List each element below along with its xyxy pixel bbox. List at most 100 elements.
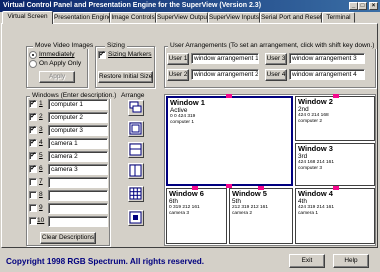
window-10-checkbox[interactable] bbox=[29, 217, 37, 225]
window-1-top-marker[interactable] bbox=[226, 94, 232, 98]
sizing-markers-checkbox[interactable]: ✓ bbox=[98, 51, 106, 59]
help-button[interactable]: Help bbox=[333, 254, 369, 268]
title-bar: Virtual Control Panel and Presentation E… bbox=[0, 0, 380, 12]
user-3-name-field[interactable]: window arrangement 3 bbox=[289, 53, 365, 64]
screen-window-6-state: 6th bbox=[169, 198, 178, 205]
window-10-description[interactable] bbox=[48, 216, 108, 227]
tab-image-controls[interactable]: Image Controls bbox=[110, 12, 156, 23]
screen-window-6[interactable]: Window 6 6th 0 319 212 161 camera 3 bbox=[166, 188, 227, 244]
window-6-marker[interactable] bbox=[192, 186, 198, 190]
copyright-text: Copyright 1998 RGB Spectrum. All rights … bbox=[6, 257, 205, 266]
user-2-name-field[interactable]: window arrangement 2 bbox=[191, 69, 259, 80]
tab-presentation-engine[interactable]: Presentation Engine bbox=[53, 12, 110, 23]
user-1-name-field[interactable]: window arrangement 1 bbox=[191, 53, 259, 64]
clear-descriptions-button[interactable]: Clear Descriptions bbox=[40, 232, 96, 244]
window-5-number: 5 bbox=[39, 152, 43, 159]
window-4-number: 4 bbox=[39, 139, 43, 146]
screen-window-3-source: computer 3 bbox=[298, 166, 322, 171]
exit-button[interactable]: Exit bbox=[289, 254, 325, 268]
screen-window-3-state: 3rd bbox=[298, 153, 308, 160]
tab-serial-port[interactable]: Serial Port and Resets bbox=[260, 12, 322, 23]
window-7-description[interactable] bbox=[48, 177, 108, 188]
screen-window-5-source: camera 2 bbox=[232, 211, 252, 216]
window-2-checkbox[interactable]: ✓ bbox=[29, 113, 37, 121]
arrange-split-icon[interactable] bbox=[128, 163, 144, 179]
window-title: Virtual Control Panel and Presentation E… bbox=[3, 2, 262, 9]
arrange-center-icon[interactable] bbox=[128, 210, 144, 226]
screen-window-1-state: Active bbox=[170, 107, 188, 114]
apply-button[interactable]: Apply bbox=[39, 71, 75, 83]
screen-window-4-state: 4th bbox=[298, 198, 307, 205]
tab-terminal[interactable]: Terminal bbox=[322, 12, 355, 23]
arrange-stack-icon[interactable] bbox=[128, 142, 144, 158]
user-4-name-field[interactable]: window arrangement 4 bbox=[289, 69, 365, 80]
window-3-description[interactable]: computer 3 bbox=[48, 125, 108, 136]
window-5-marker[interactable] bbox=[258, 186, 264, 190]
screen-window-2-state: 2nd bbox=[298, 106, 309, 113]
window-2-number: 2 bbox=[39, 113, 43, 120]
window-4-checkbox[interactable]: ✓ bbox=[29, 139, 37, 147]
window-1-number: 1 bbox=[39, 100, 43, 107]
radio-on-apply-label: On Apply Only bbox=[39, 60, 82, 67]
user-3-button[interactable]: User 3 bbox=[265, 53, 287, 65]
window-3-checkbox[interactable]: ✓ bbox=[29, 126, 37, 134]
screen-window-2-source: computer 2 bbox=[298, 119, 322, 124]
window-4-marker[interactable] bbox=[333, 186, 339, 190]
close-button[interactable]: × bbox=[369, 2, 378, 10]
user-arrangements-label: User Arrangements (To set an arrangement… bbox=[168, 42, 377, 49]
window-9-number: 9 bbox=[39, 204, 43, 211]
window-7-checkbox[interactable] bbox=[29, 178, 37, 186]
screen-window-4-source: camera 1 bbox=[298, 211, 318, 216]
tab-superview-output[interactable]: SuperView Output bbox=[156, 12, 208, 23]
window-9-description[interactable] bbox=[48, 203, 108, 214]
arrange-grid-icon[interactable] bbox=[128, 186, 144, 202]
maximize-button[interactable]: □ bbox=[358, 2, 367, 10]
window-2-marker[interactable] bbox=[333, 94, 339, 98]
screen-window-6-source: camera 3 bbox=[169, 211, 189, 216]
user-1-button[interactable]: User 1 bbox=[167, 53, 189, 65]
screen-window-2-title: Window 2 bbox=[298, 97, 333, 106]
window-8-description[interactable] bbox=[48, 190, 108, 201]
screen-window-4-title: Window 4 bbox=[298, 189, 333, 198]
screen-window-3[interactable]: Window 3 3rd 424 168 214 161 computer 3 bbox=[295, 143, 375, 186]
window-6-checkbox[interactable]: ✓ bbox=[29, 165, 37, 173]
arrange-label: Arrange bbox=[121, 92, 145, 99]
screen-window-5-state: 5th bbox=[232, 198, 241, 205]
window-6-description[interactable]: camera 3 bbox=[48, 164, 108, 175]
windows-list-label: Windows (Enter description.) bbox=[30, 92, 119, 99]
minimize-button[interactable]: _ bbox=[349, 2, 358, 10]
window-5-checkbox[interactable]: ✓ bbox=[29, 152, 37, 160]
window-8-number: 8 bbox=[39, 191, 43, 198]
tab-superview-inputs[interactable]: SuperView Inputs bbox=[208, 12, 260, 23]
radio-immediately[interactable] bbox=[29, 51, 37, 59]
screen-window-5-title: Window 5 bbox=[232, 189, 267, 198]
restore-initial-sizes-button[interactable]: Restore Initial Sizes bbox=[98, 71, 153, 83]
tab-virtual-screen[interactable]: Virtual Screen bbox=[2, 11, 53, 24]
window-9-checkbox[interactable] bbox=[29, 204, 37, 212]
window-3-number: 3 bbox=[39, 126, 43, 133]
screen-window-6-title: Window 6 bbox=[169, 189, 204, 198]
window-10-number: 10 bbox=[37, 217, 45, 224]
window-6-number: 6 bbox=[39, 165, 43, 172]
window-8-checkbox[interactable] bbox=[29, 191, 37, 199]
screen-window-1[interactable]: Window 1 Active 0 0 424 319 computer 1 bbox=[166, 96, 293, 186]
screen-window-3-title: Window 3 bbox=[298, 144, 333, 153]
window-4-description[interactable]: camera 1 bbox=[48, 138, 108, 149]
window-1-description[interactable]: computer 1 bbox=[48, 99, 108, 110]
window-1-checkbox[interactable]: ✓ bbox=[29, 100, 37, 108]
user-2-button[interactable]: User 2 bbox=[167, 69, 189, 81]
screen-window-2[interactable]: Window 2 2nd 424 0 214 168 computer 2 bbox=[295, 96, 375, 141]
screen-window-1-title: Window 1 bbox=[170, 98, 205, 107]
screen-window-1-source: computer 1 bbox=[170, 120, 194, 125]
user-4-button[interactable]: User 4 bbox=[265, 69, 287, 81]
arrange-cascade-icon[interactable] bbox=[128, 100, 144, 116]
window-5-description[interactable]: camera 2 bbox=[48, 151, 108, 162]
move-video-label: Move Video Images bbox=[33, 42, 96, 49]
screen-window-4[interactable]: Window 4 4th 424 319 214 161 camera 1 bbox=[295, 188, 375, 244]
screen-window-5[interactable]: Window 5 5th 212 319 212 161 camera 2 bbox=[229, 188, 293, 244]
arrange-overlap-icon[interactable] bbox=[128, 121, 144, 137]
sizing-label: Sizing bbox=[105, 42, 127, 49]
window-2-description[interactable]: computer 2 bbox=[48, 112, 108, 123]
window-7-number: 7 bbox=[39, 178, 43, 185]
radio-on-apply[interactable] bbox=[29, 60, 37, 68]
